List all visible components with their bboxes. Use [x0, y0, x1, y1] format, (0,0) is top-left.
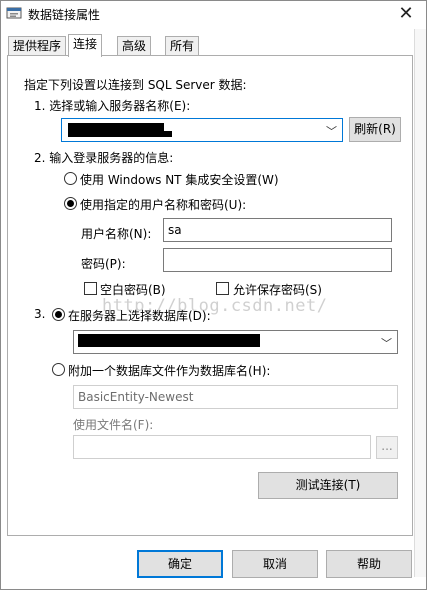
radio-attach-database-file[interactable]: [52, 363, 65, 376]
login-info-label: 2. 输入登录服务器的信息:: [34, 151, 174, 165]
filename-input[interactable]: [73, 435, 371, 459]
browse-button[interactable]: ...: [376, 436, 398, 459]
radio-attach-database-file-label: 附加一个数据库文件作为数据库名(H):: [68, 364, 271, 378]
watermark-text: http://blog.csdn.net/: [102, 296, 328, 316]
chevron-down-icon[interactable]: ﹀: [381, 335, 392, 351]
redacted-server-name-2: [68, 131, 172, 137]
allow-save-password-checkbox[interactable]: [216, 282, 229, 295]
refresh-button[interactable]: 刷新(R): [349, 117, 401, 142]
close-icon: ✕: [398, 3, 414, 24]
test-connection-button[interactable]: 测试连接(T): [258, 472, 398, 499]
server-name-label: 1. 选择或输入服务器名称(E):: [34, 99, 191, 113]
scrollbar[interactable]: [414, 29, 426, 577]
database-combo[interactable]: ﹀: [73, 330, 398, 354]
tab-bar: 提供程序 连接 高级 所有: [1, 34, 426, 57]
radio-specific-credentials-label: 使用指定的用户名称和密码(U):: [80, 198, 247, 212]
help-button[interactable]: 帮助: [326, 550, 412, 578]
cancel-button[interactable]: 取消: [232, 550, 318, 578]
window-title: 数据链接属性: [28, 8, 101, 22]
ok-button[interactable]: 确定: [137, 550, 223, 578]
data-link-properties-window: 数据链接属性 ✕ 提供程序 连接 高级 所有 指定下列设置以连接到 SQL Se…: [0, 0, 427, 590]
attach-database-name-input[interactable]: BasicEntity-Newest: [73, 385, 398, 409]
radio-select-database[interactable]: [52, 308, 65, 321]
username-input[interactable]: sa: [163, 218, 392, 242]
title-bar: 数据链接属性 ✕: [1, 1, 426, 29]
step3-number: 3.: [34, 307, 46, 321]
password-input[interactable]: [163, 248, 392, 272]
radio-windows-nt[interactable]: [64, 172, 77, 185]
tab-provider[interactable]: 提供程序: [8, 36, 67, 56]
connection-panel: 指定下列设置以连接到 SQL Server 数据: 1. 选择或输入服务器名称(…: [7, 55, 413, 536]
use-filename-label: 使用文件名(F):: [73, 418, 154, 432]
redacted-database-name: [78, 334, 260, 347]
dialog-footer: 确定 取消 帮助: [1, 537, 414, 589]
tab-all[interactable]: 所有: [165, 36, 200, 56]
server-name-combo[interactable]: ﹀: [61, 118, 343, 142]
radio-specific-credentials[interactable]: [64, 197, 77, 210]
chevron-down-icon[interactable]: ﹀: [326, 123, 337, 139]
tab-advanced[interactable]: 高级: [117, 36, 152, 56]
username-label: 用户名称(N):: [81, 227, 152, 241]
intro-text: 指定下列设置以连接到 SQL Server 数据:: [24, 78, 247, 92]
radio-windows-nt-label: 使用 Windows NT 集成安全设置(W): [80, 173, 279, 187]
close-button[interactable]: ✕: [386, 1, 426, 28]
tab-connection[interactable]: 连接: [68, 34, 103, 57]
database-link-icon: [6, 7, 22, 19]
password-label: 密码(P):: [81, 257, 126, 271]
blank-password-checkbox[interactable]: [84, 282, 97, 295]
